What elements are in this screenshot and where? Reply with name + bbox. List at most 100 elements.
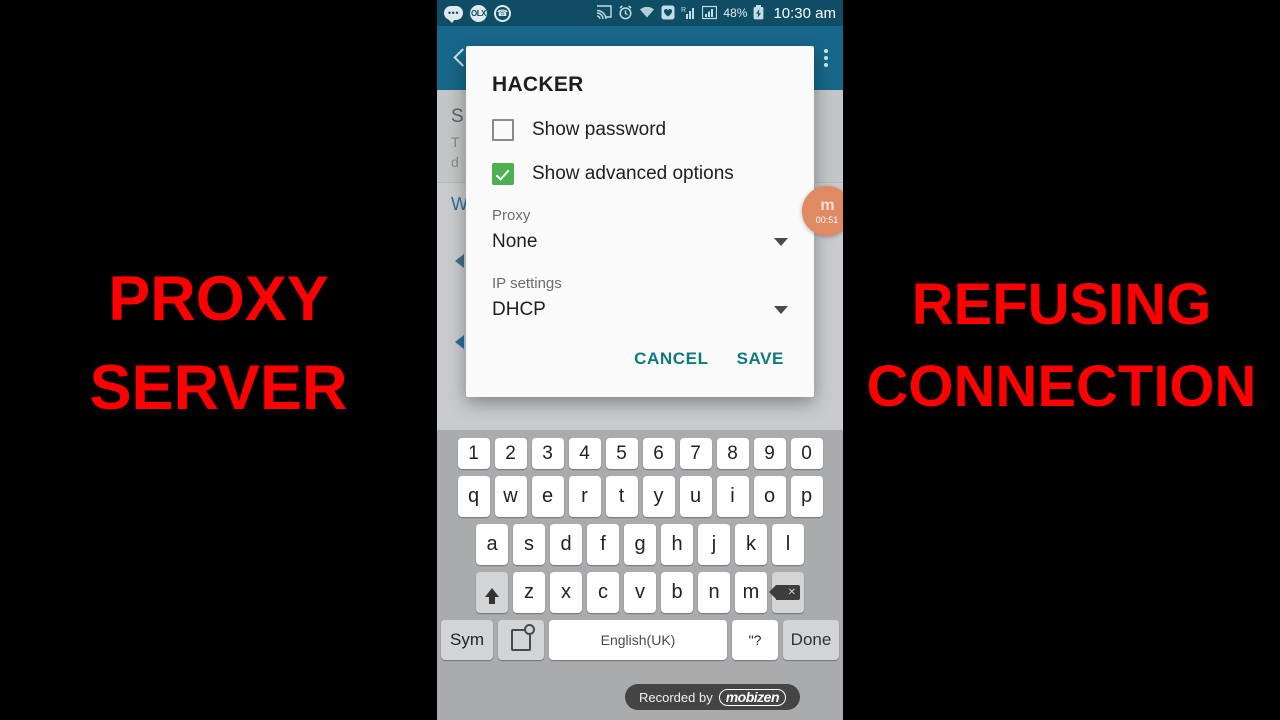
status-bar: ••• OLX ☎ R 48% 10:30 am — [437, 0, 843, 26]
key-x[interactable]: x — [550, 572, 582, 613]
key-m[interactable]: m — [735, 572, 767, 613]
watermark-text: Recorded by — [639, 689, 713, 705]
show-advanced-options-row[interactable]: Show advanced options — [466, 163, 814, 185]
key-k[interactable]: k — [735, 524, 767, 565]
space-key[interactable]: English(UK) — [549, 620, 727, 660]
key-0[interactable]: 0 — [790, 438, 823, 469]
collapse-arrow-icon — [455, 335, 464, 349]
ip-settings-label: IP settings — [492, 275, 562, 292]
keyboard-row-4: Sym English(UK) "? Done — [437, 620, 843, 660]
overflow-dot — [824, 56, 828, 60]
key-p[interactable]: p — [790, 476, 823, 517]
key-g[interactable]: g — [624, 524, 656, 565]
overflow-menu-icon[interactable] — [824, 46, 829, 70]
key-4[interactable]: 4 — [568, 438, 601, 469]
signal-bars-icon — [702, 5, 718, 22]
key-b[interactable]: b — [661, 572, 693, 613]
background-text-line1: S — [451, 106, 464, 127]
punctuation-key[interactable]: "? — [732, 620, 778, 660]
overflow-dot — [824, 49, 828, 53]
key-h[interactable]: h — [661, 524, 693, 565]
proxy-label: Proxy — [492, 207, 531, 224]
key-6[interactable]: 6 — [642, 438, 675, 469]
show-password-checkbox[interactable] — [492, 119, 514, 141]
health-icon — [661, 5, 675, 22]
alarm-icon — [618, 4, 633, 22]
show-password-label: Show password — [532, 119, 667, 140]
key-8[interactable]: 8 — [716, 438, 749, 469]
key-t[interactable]: t — [605, 476, 638, 517]
backspace-icon: ✕ — [769, 585, 800, 600]
key-3[interactable]: 3 — [531, 438, 564, 469]
key-2[interactable]: 2 — [494, 438, 527, 469]
key-l[interactable]: l — [772, 524, 804, 565]
proxy-selected-value: None — [492, 231, 538, 252]
keyboard-row-3: z x c v b n m ✕ — [437, 572, 843, 613]
dialog-actions: CANCEL SAVE — [466, 321, 814, 397]
key-i[interactable]: i — [716, 476, 749, 517]
battery-percent: 48% — [723, 6, 748, 20]
keyboard-row-1: q w e r t y u i o p — [437, 476, 843, 517]
wifi-network-dialog: HACKER Show password Show advanced optio… — [466, 46, 814, 397]
right-caption: REFUSING CONNECTION — [843, 276, 1280, 416]
key-7[interactable]: 7 — [679, 438, 712, 469]
proxy-select[interactable]: None — [466, 231, 814, 253]
key-a[interactable]: a — [476, 524, 508, 565]
keyboard-settings-key[interactable] — [498, 620, 544, 660]
background-text-line2: T — [451, 134, 460, 150]
shift-arrow-icon — [485, 588, 499, 604]
left-caption: PROXY SERVER — [0, 268, 437, 420]
done-key[interactable]: Done — [783, 620, 839, 660]
key-c[interactable]: c — [587, 572, 619, 613]
key-q[interactable]: q — [457, 476, 490, 517]
symbols-key[interactable]: Sym — [441, 620, 493, 660]
whatsapp-icon: ☎ — [494, 4, 511, 22]
cast-icon — [596, 5, 613, 21]
left-caption-line1: PROXY — [108, 264, 329, 334]
left-caption-line2: SERVER — [89, 353, 348, 423]
status-bar-system-icons: R 48% 10:30 am — [596, 4, 836, 22]
key-9[interactable]: 9 — [753, 438, 786, 469]
wifi-icon — [639, 6, 655, 21]
screenshot-stage: PROXY SERVER REFUSING CONNECTION ••• OLX… — [0, 0, 1280, 720]
key-u[interactable]: u — [679, 476, 712, 517]
phone-screen: ••• OLX ☎ R 48% 10:30 am S T d W m 00:51… — [437, 0, 843, 720]
key-f[interactable]: f — [587, 524, 619, 565]
key-w[interactable]: w — [494, 476, 527, 517]
show-advanced-options-checkbox[interactable] — [492, 163, 514, 185]
ip-settings-selected-value: DHCP — [492, 299, 546, 320]
key-z[interactable]: z — [513, 572, 545, 613]
key-e[interactable]: e — [531, 476, 564, 517]
collapse-arrow-icon — [455, 254, 464, 268]
shift-key[interactable] — [476, 572, 508, 613]
key-1[interactable]: 1 — [457, 438, 490, 469]
backspace-key[interactable]: ✕ — [769, 572, 804, 613]
key-y[interactable]: y — [642, 476, 675, 517]
show-password-row[interactable]: Show password — [466, 119, 814, 141]
key-n[interactable]: n — [698, 572, 730, 613]
show-advanced-options-label: Show advanced options — [532, 163, 734, 184]
svg-text:R: R — [681, 7, 686, 14]
dialog-title: HACKER — [492, 73, 584, 96]
right-caption-line1: REFUSING — [911, 272, 1212, 337]
ip-settings-select[interactable]: DHCP — [466, 299, 814, 321]
chevron-down-icon — [774, 238, 788, 246]
key-s[interactable]: s — [513, 524, 545, 565]
background-text-line3: d — [451, 154, 459, 170]
mobizen-recording-timer: 00:51 — [815, 214, 839, 225]
mobizen-widget-logo: m — [820, 196, 834, 214]
overflow-dot — [824, 63, 828, 67]
save-button[interactable]: SAVE — [727, 343, 794, 375]
key-v[interactable]: v — [624, 572, 656, 613]
key-o[interactable]: o — [753, 476, 786, 517]
on-screen-keyboard: 1 2 3 4 5 6 7 8 9 0 q w e r t y u i o p … — [437, 430, 843, 720]
key-5[interactable]: 5 — [605, 438, 638, 469]
messages-icon: ••• — [444, 6, 463, 23]
mobizen-watermark: Recorded by mobizen — [625, 684, 800, 710]
key-r[interactable]: r — [568, 476, 601, 517]
key-d[interactable]: d — [550, 524, 582, 565]
keyboard-settings-icon — [511, 624, 535, 651]
chevron-down-icon — [774, 306, 788, 314]
cancel-button[interactable]: CANCEL — [624, 343, 718, 375]
key-j[interactable]: j — [698, 524, 730, 565]
